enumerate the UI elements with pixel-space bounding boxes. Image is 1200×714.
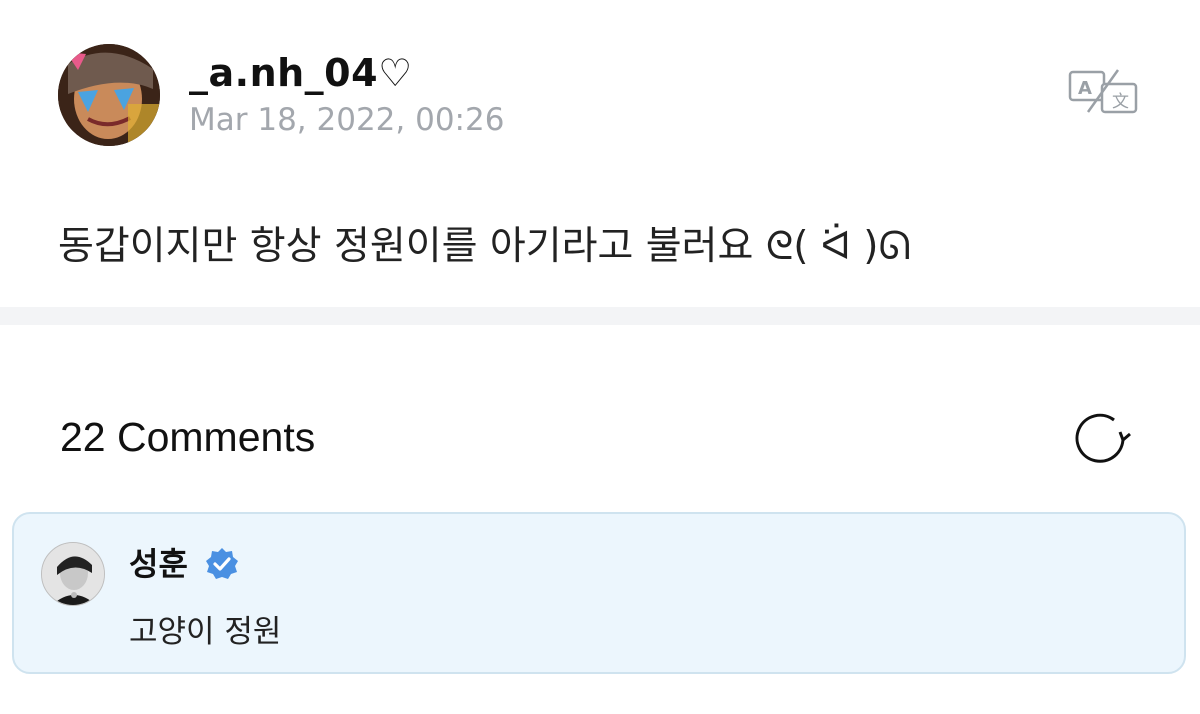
translate-button[interactable]: A 文	[1068, 68, 1138, 116]
post-header: _a.nh_04♡ Mar 18, 2022, 00:26 A 文	[58, 44, 1158, 148]
refresh-icon	[1075, 413, 1131, 463]
heart-icon: ♡	[378, 51, 413, 95]
author-username-text: _a.nh_04	[189, 51, 379, 95]
author-username[interactable]: _a.nh_04♡	[189, 50, 413, 96]
svg-text:文: 文	[1112, 92, 1129, 112]
translate-icon: A 文	[1068, 69, 1138, 114]
comment-author[interactable]: 성훈	[129, 544, 188, 584]
comments-count: 22 Comments	[60, 414, 316, 460]
avatar-image	[58, 44, 160, 146]
author-avatar[interactable]	[58, 44, 160, 146]
svg-text:A: A	[1078, 78, 1092, 99]
comment-text: 고양이 정원	[129, 614, 282, 650]
comment-avatar[interactable]	[41, 542, 105, 606]
refresh-button[interactable]	[1070, 410, 1132, 466]
comment-item[interactable]: 성훈 고양이 정원	[12, 512, 1186, 674]
post-timestamp: Mar 18, 2022, 00:26	[189, 102, 505, 138]
avatar-image	[42, 543, 104, 605]
section-divider	[0, 307, 1200, 325]
verified-badge-icon	[204, 546, 240, 582]
post-body: 동갑이지만 항상 정원이를 아기라고 불러요 ᘓ( ᐛ )ᘏ	[58, 224, 911, 269]
